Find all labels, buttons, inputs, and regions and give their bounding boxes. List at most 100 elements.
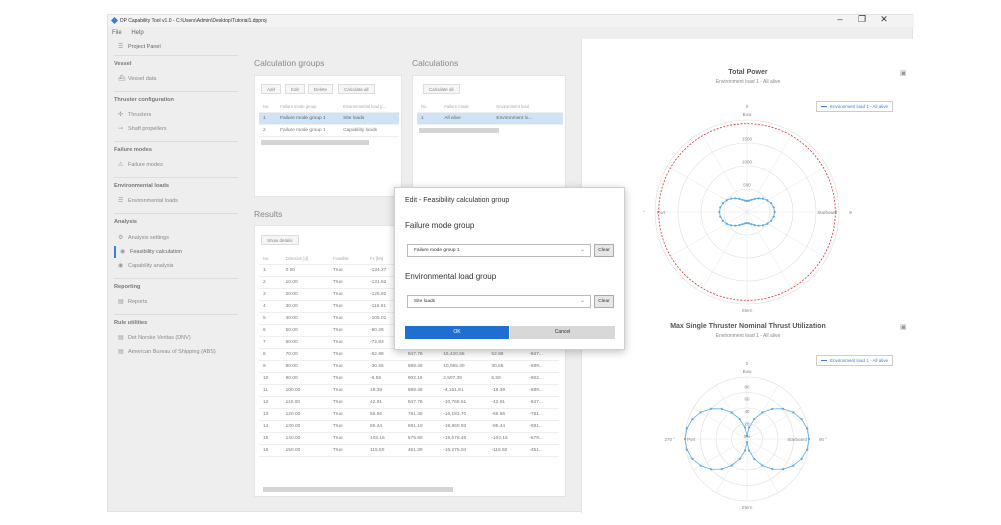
table-cell: 30.00 [281,300,329,313]
sidebar-item-feasibility-calculation[interactable]: ◉ Feasibility calculation [114,246,240,258]
data-point [734,224,737,227]
horizontal-scrollbar[interactable] [419,128,499,133]
table-cell: 1 [259,264,282,277]
table-row[interactable]: 1 All alive Environment lo... [417,112,563,125]
column-header[interactable]: Feasible [328,254,367,265]
column-header[interactable]: No. [417,102,441,113]
sidebar-item-reports[interactable]: ▤ Reports [114,296,240,308]
edit-button[interactable]: Edit [285,84,305,94]
results-title: Results [254,209,283,219]
table-row[interactable]: 10 90.00 True -6.59 902.16 2,507.39 6.59 -902..… [259,372,559,385]
table-cell: 42.91 [366,396,404,409]
cancel-button[interactable]: Cancel [510,326,615,339]
table-row[interactable]: 13 120.00 True 65.56 781.30 -16,183.70 -65.56-… [259,408,559,421]
polar-spoke [667,211,748,259]
angle-label-90: 90 ° [819,437,827,442]
maximize-icon[interactable]: ❐ [851,8,873,30]
sidebar-item-thrusters[interactable]: ✣ Thrusters [114,109,240,121]
minimize-icon[interactable]: – [829,8,851,30]
delete-button[interactable]: Delete [308,84,334,94]
column-header[interactable]: Failure mode [440,102,493,113]
table-row[interactable]: 16 150.00 True 115.50 451.30 -16,275.04 -115.5… [259,444,559,457]
table-cell: 85.44 [366,420,404,433]
column-header[interactable]: Failure mode group [276,102,340,113]
data-point [685,427,689,430]
sidebar-item-environmental-loads[interactable]: ☰ Environmental loads [114,195,240,207]
sidebar-item-dnv[interactable]: ▤ Det Norske Veritas (DNV) [114,332,240,344]
table-row[interactable]: 1 Failure mode group 1 Site loads [259,112,399,125]
table-cell: 100.00 [281,384,329,397]
sidebar-item-failure-modes[interactable]: ⚠ Failure modes [114,159,240,171]
environmental-load-group-select[interactable]: Site loads ⌄ [407,295,591,308]
angle-label-0: 0 [746,104,749,109]
data-point [753,224,756,227]
failure-mode-group-select[interactable]: Failure mode group 1 ⌄ [407,244,591,257]
data-point [761,224,765,227]
show-details-button[interactable]: Show details [261,235,299,245]
table-cell: 115.50 [366,444,404,457]
clear-failure-button[interactable]: Clear [594,244,614,257]
sidebar-item-capability-analysis[interactable]: ◉ Capability analysis [114,260,240,272]
data-point [743,222,747,225]
ring-label: 0% [744,434,751,439]
table-cell: 40.00 [281,312,329,325]
table-row[interactable]: 14 130.00 True 85.44 691.10 -19,860.93 -85.44-… [259,420,559,433]
project-panel-header: ☰ Project Panel [114,41,240,53]
table-cell: True [328,384,367,397]
ring-label: 1000 [742,159,753,164]
data-point [800,418,803,421]
column-header[interactable]: No. [259,102,277,113]
table-row[interactable]: 11 100.00 True 18.39 889.46 -4,161.91 -18.39 -8… [259,384,559,397]
ok-button[interactable]: OK [405,326,509,339]
close-icon[interactable]: ✕ [873,8,895,30]
data-point [730,464,733,467]
menu-help[interactable]: Help [131,30,143,36]
section-rule-utilities: Rule utilities [114,320,148,326]
data-point [699,464,702,467]
horizontal-scrollbar[interactable] [263,487,453,492]
clear-environmental-button[interactable]: Clear [594,295,614,308]
table-row[interactable]: 12 110.00 True 42.91 847.76 -10,768.51 -42.91-… [259,396,559,409]
table-cell: -19,860.93 [439,420,488,433]
section-analysis: Analysis [114,219,138,225]
menu-file[interactable]: File [112,30,122,36]
table-cell: 150.00 [281,444,329,457]
add-button[interactable]: Add [261,84,282,94]
data-point [781,407,785,410]
sidebar-item-analysis-settings[interactable]: ⚙ Analysis settings [114,232,240,244]
table-cell: True [328,420,367,433]
data-point [807,437,811,441]
table-cell: 902.16 [403,372,440,385]
horizontal-scrollbar[interactable] [261,140,369,145]
table-cell: 847.76 [403,396,440,409]
table-row[interactable]: 2 Failure mode group 1 Capability loads [259,124,399,137]
save-icon[interactable]: ▣ [900,69,907,77]
data-point [761,197,765,200]
ring-label: 40 [744,409,750,414]
shaft-icon: ⊸ [118,126,124,132]
table-cell: -30.65 [366,360,404,373]
save-icon[interactable]: ▣ [900,323,907,331]
data-point [781,468,785,471]
divider [114,213,238,214]
data-point [725,199,728,202]
data-point [745,221,749,225]
column-header[interactable]: No. [259,254,282,265]
table-row[interactable]: 9 80.00 True -30.65 889.46 10,085.30 30.65 -889… [259,360,559,373]
data-point [683,437,687,441]
table-cell: 10,085.30 [439,360,488,373]
column-header[interactable]: Environment load [492,102,563,113]
sidebar-item-vessel-data[interactable]: ⛴ Vessel data [114,73,240,85]
title-bar: DP Capability Tool v1.0 - C:\Users\Admin… [108,15,914,27]
data-point [770,202,773,205]
sidebar-item-shaft-propellers[interactable]: ⊸ Shaft propellers [114,123,240,135]
calculate-all-button[interactable]: Calculate all [423,84,460,94]
table-row[interactable]: 15 140.00 True 102.16 579.90 -19,678.46 -102.1… [259,432,559,445]
column-header[interactable]: Environmental load g... [339,102,399,113]
table-cell: -102.16 [487,432,526,445]
calculate-all-button[interactable]: Calculate all [338,84,375,94]
column-header[interactable]: Direction [d] [281,254,329,265]
table-cell: 7 [259,336,282,349]
sidebar-item-abs[interactable]: ▤ American Bureau of Shipping (ABS) [114,346,240,358]
calculations-card: Calculate all No. Failure mode Environment… [412,75,566,197]
